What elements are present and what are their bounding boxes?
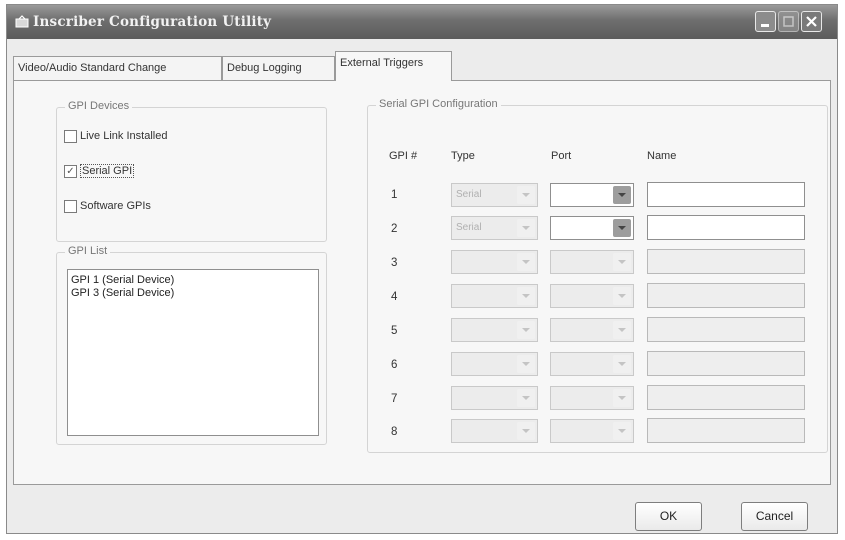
- chevron-down-icon: [613, 287, 631, 305]
- checkbox-label: Software GPIs: [80, 200, 151, 212]
- window-title: Inscriber Configuration Utility: [33, 14, 272, 30]
- title-bar[interactable]: Inscriber Configuration Utility: [7, 5, 837, 39]
- name-field: [647, 283, 805, 308]
- list-item[interactable]: GPI 1 (Serial Device): [71, 274, 315, 287]
- chevron-down-icon: [517, 321, 535, 339]
- type-header: Type: [451, 150, 475, 162]
- maximize-icon: [783, 16, 794, 27]
- chevron-down-icon: [517, 389, 535, 407]
- gpi-number-header: GPI #: [389, 150, 418, 162]
- port-combo: [550, 250, 634, 274]
- gpi-row-number: 2: [391, 223, 398, 235]
- gpi-list-legend: GPI List: [65, 245, 111, 257]
- chevron-down-icon: [517, 186, 535, 204]
- gpi-row-number: 5: [391, 325, 398, 337]
- gpi-row-number: 6: [391, 359, 398, 371]
- app-icon: [15, 15, 29, 28]
- name-field[interactable]: [647, 215, 805, 240]
- gpi-row-number: 4: [391, 291, 398, 303]
- cancel-button[interactable]: Cancel: [741, 502, 808, 531]
- list-item[interactable]: GPI 3 (Serial Device): [71, 287, 315, 300]
- checkbox-box[interactable]: ✓: [64, 164, 77, 178]
- close-button[interactable]: [801, 11, 822, 32]
- chevron-down-icon: [517, 287, 535, 305]
- type-combo: [451, 386, 538, 410]
- name-field: [647, 317, 805, 342]
- config-window: Inscriber Configuration Utility Video/Au…: [6, 4, 838, 534]
- type-value: Serial: [456, 222, 482, 233]
- port-combo: [550, 284, 634, 308]
- checkbox-box[interactable]: [64, 129, 77, 143]
- type-value: Serial: [456, 189, 482, 200]
- live-link-checkbox[interactable]: Live Link Installed: [64, 128, 167, 144]
- chevron-down-icon: [517, 355, 535, 373]
- serial-gpi-config-legend: Serial GPI Configuration: [376, 98, 501, 110]
- port-combo: [550, 386, 634, 410]
- checkbox-label: Serial GPI: [80, 164, 135, 178]
- tab-external-triggers[interactable]: External Triggers: [335, 51, 452, 81]
- type-combo: [451, 284, 538, 308]
- external-triggers-panel: GPI Devices Live Link Installed ✓ Serial…: [13, 80, 831, 485]
- checkbox-box[interactable]: [64, 199, 77, 213]
- maximize-button: [778, 11, 799, 32]
- port-combo: [550, 352, 634, 376]
- software-gpis-checkbox[interactable]: Software GPIs: [64, 198, 151, 214]
- gpi-row-number: 3: [391, 257, 398, 269]
- type-combo: [451, 352, 538, 376]
- ok-button[interactable]: OK: [635, 502, 702, 531]
- chevron-down-icon[interactable]: [613, 186, 631, 204]
- chevron-down-icon: [517, 422, 535, 440]
- name-field: [647, 418, 805, 443]
- gpi-row-number: 7: [391, 393, 398, 405]
- chevron-down-icon: [613, 321, 631, 339]
- type-combo: Serial: [451, 183, 538, 207]
- type-combo: Serial: [451, 216, 538, 240]
- port-combo[interactable]: [550, 216, 634, 240]
- chevron-down-icon: [613, 253, 631, 271]
- port-header: Port: [551, 150, 572, 162]
- minimize-button[interactable]: [755, 11, 776, 32]
- type-combo: [451, 250, 538, 274]
- name-field[interactable]: [647, 182, 805, 207]
- chevron-down-icon: [613, 422, 631, 440]
- serial-gpi-config-group: Serial GPI Configuration GPI # Type Port…: [367, 98, 828, 453]
- port-combo[interactable]: [550, 183, 634, 207]
- gpi-list-group: GPI List GPI 1 (Serial Device) GPI 3 (Se…: [56, 245, 327, 445]
- name-field: [647, 351, 805, 376]
- chevron-down-icon: [613, 389, 631, 407]
- name-header: Name: [647, 150, 677, 162]
- gpi-row-number: 8: [391, 426, 398, 438]
- name-field: [647, 249, 805, 274]
- close-icon: [806, 16, 817, 27]
- port-combo: [550, 419, 634, 443]
- chevron-down-icon: [517, 253, 535, 271]
- gpi-devices-group: GPI Devices Live Link Installed ✓ Serial…: [56, 100, 327, 242]
- minimize-icon: [761, 24, 769, 27]
- gpi-listbox[interactable]: GPI 1 (Serial Device) GPI 3 (Serial Devi…: [67, 269, 319, 436]
- gpi-devices-legend: GPI Devices: [65, 100, 133, 112]
- chevron-down-icon[interactable]: [613, 219, 631, 237]
- type-combo: [451, 419, 538, 443]
- chevron-down-icon: [613, 355, 631, 373]
- tab-debug-logging[interactable]: Debug Logging: [222, 56, 335, 80]
- tab-video-audio[interactable]: Video/Audio Standard Change: [13, 56, 222, 80]
- name-field: [647, 385, 805, 410]
- serial-gpi-checkbox[interactable]: ✓ Serial GPI: [64, 163, 135, 179]
- chevron-down-icon: [517, 219, 535, 237]
- type-combo: [451, 318, 538, 342]
- port-combo: [550, 318, 634, 342]
- checkbox-label: Live Link Installed: [80, 130, 168, 142]
- gpi-row-number: 1: [391, 189, 398, 201]
